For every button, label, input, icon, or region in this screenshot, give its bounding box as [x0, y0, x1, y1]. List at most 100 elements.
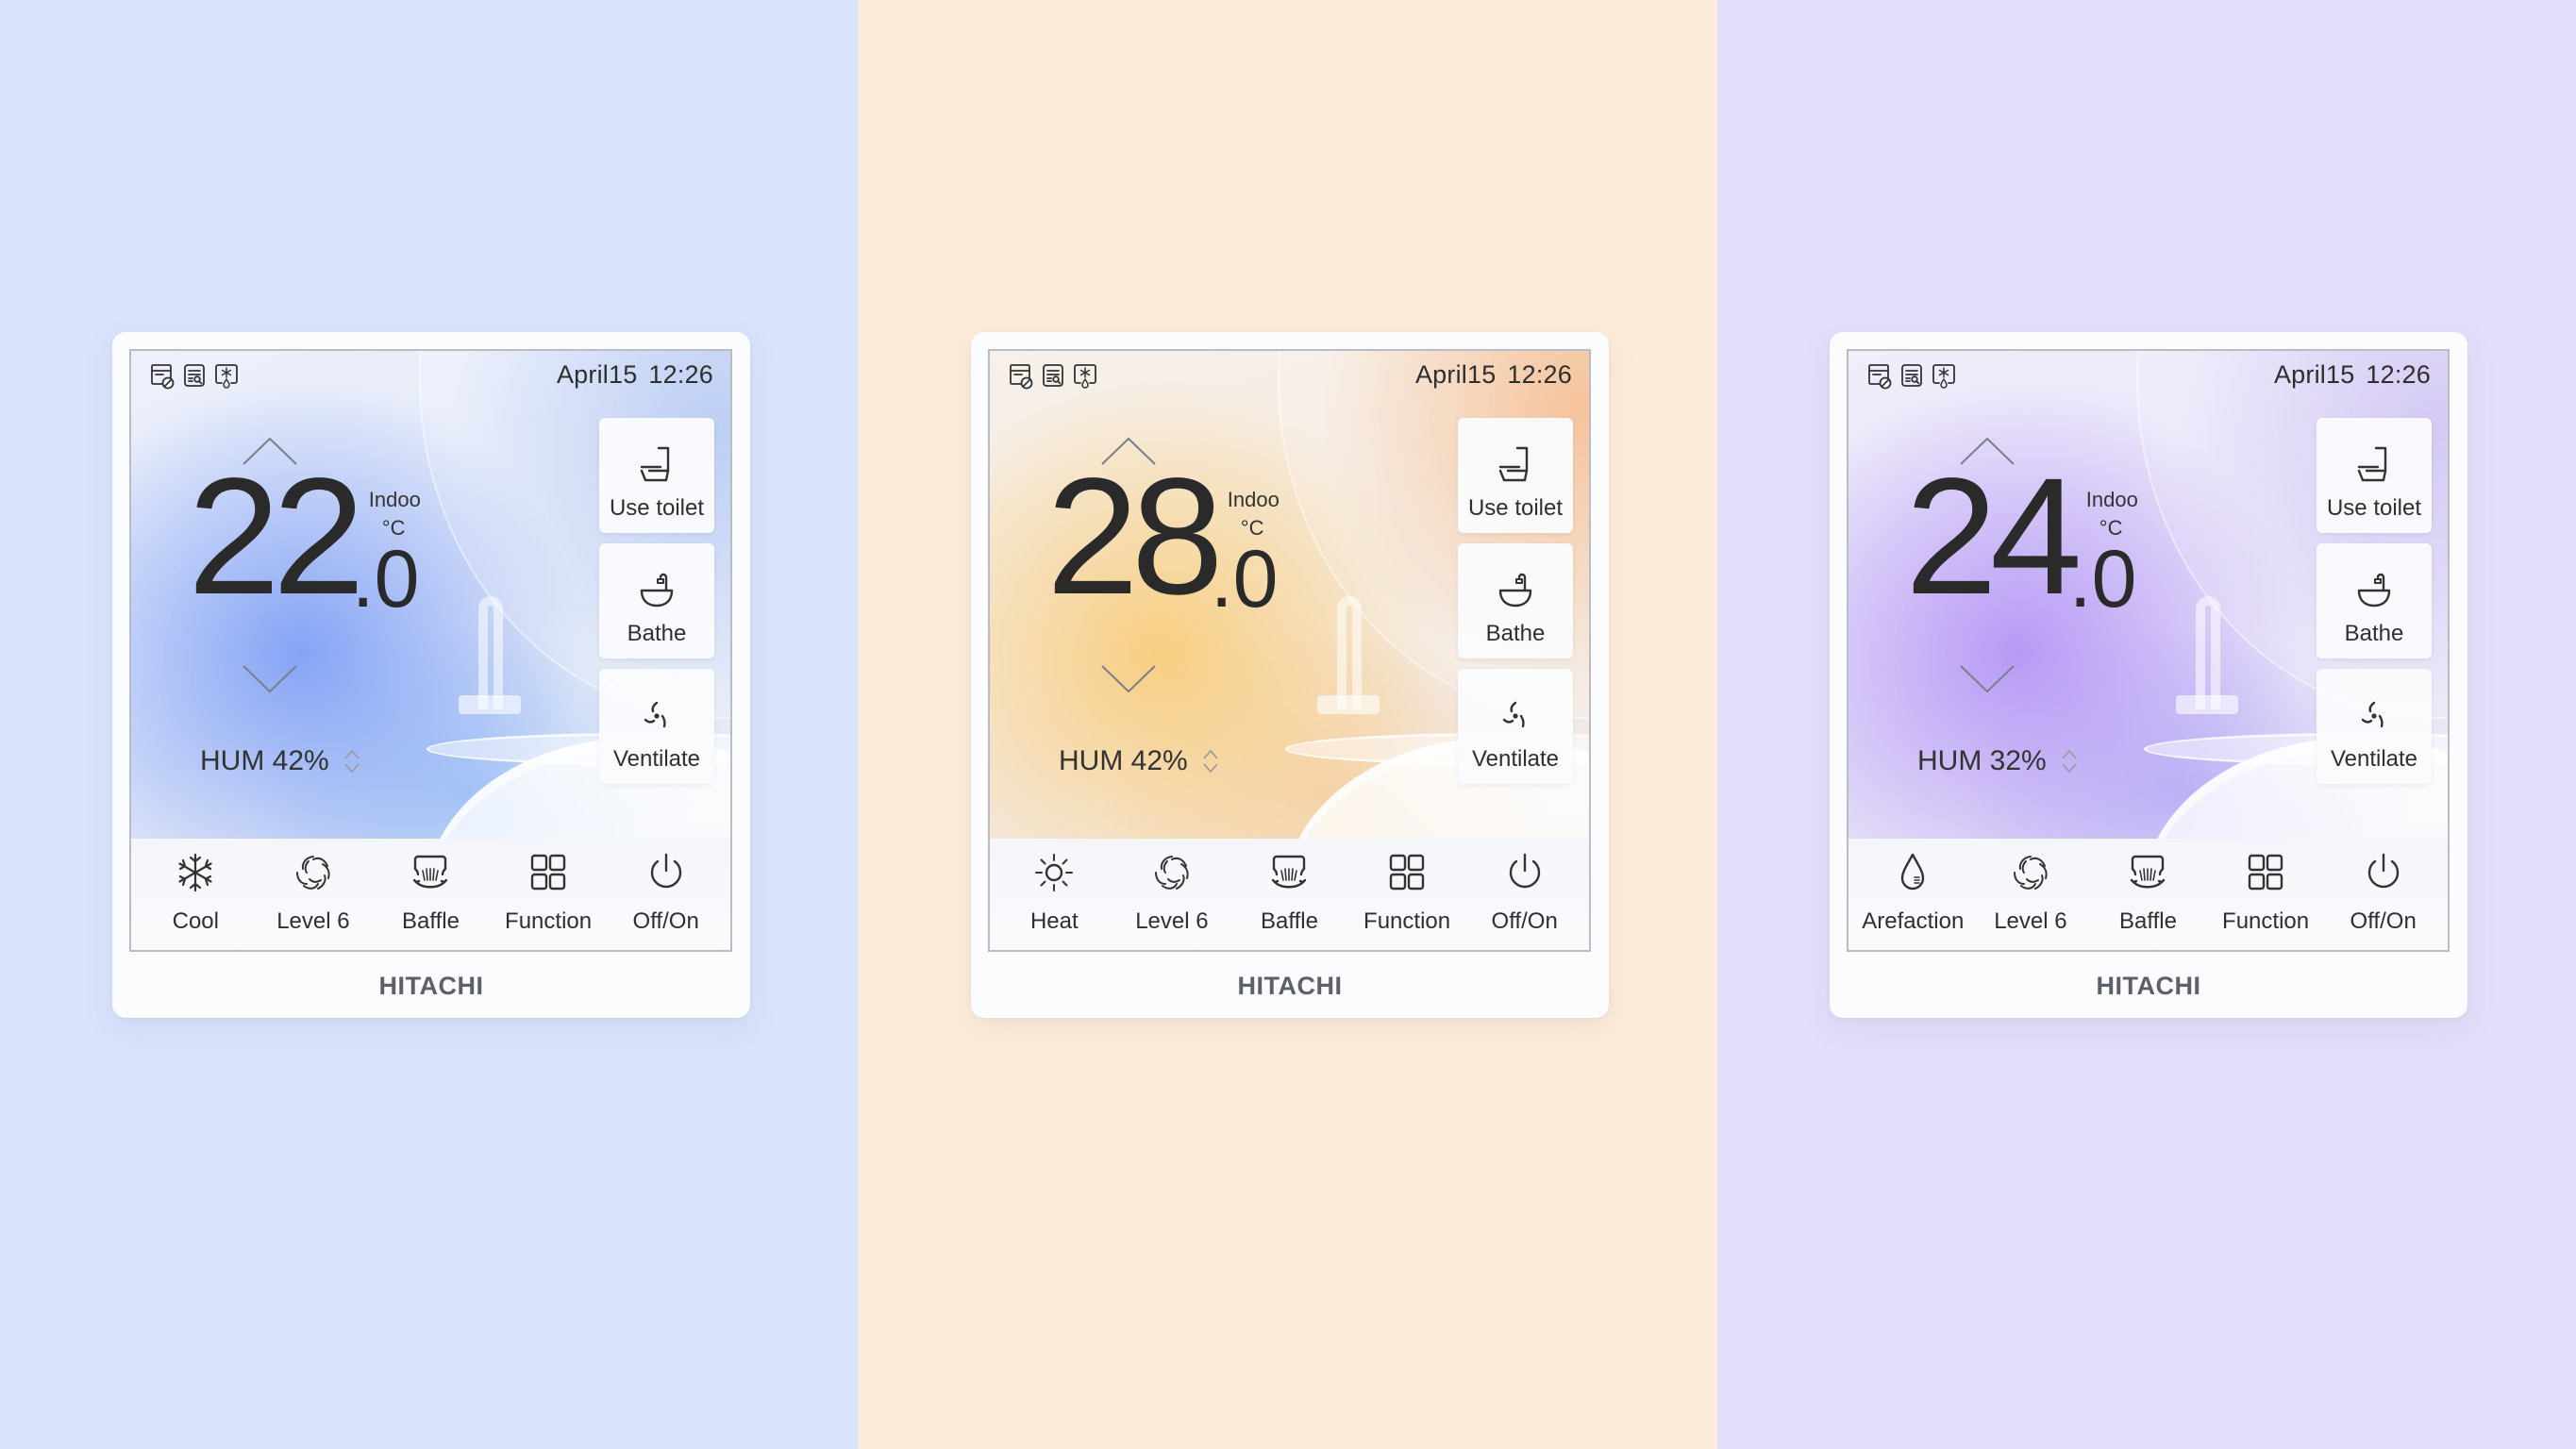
humidity-control[interactable]: HUM 42% — [1059, 745, 1220, 777]
humidity-control[interactable]: HUM 32% — [1917, 745, 2079, 777]
indoor-label: Indoo — [2085, 488, 2138, 511]
humidity-text: HUM 32% — [1917, 745, 2047, 776]
temperature-decimal: .0 — [351, 534, 420, 625]
temperature-display: 22 Indoo °C .0 — [188, 454, 437, 625]
time-label: 12:26 — [648, 360, 713, 389]
mode-label: Cool — [172, 908, 219, 934]
ventilate-button[interactable]: Ventilate — [1458, 669, 1573, 784]
baffle-button[interactable]: Baffle — [374, 839, 487, 950]
toilet-icon — [1498, 446, 1529, 482]
faucet-handle-illustration — [1317, 695, 1380, 714]
humidity-text: HUM 42% — [1059, 745, 1188, 776]
scene-buttons: Use toilet Bathe Ventilate — [599, 418, 714, 794]
ventilate-icon — [644, 701, 666, 728]
ventilate-label: Ventilate — [612, 746, 701, 772]
date-label: April15 — [2273, 360, 2355, 389]
ventilate-button[interactable]: Ventilate — [2317, 669, 2432, 784]
bathtub-icon — [1498, 573, 1532, 608]
touch-screen: April15 12:26 22 Indoo °C .0 HUM 42% Use… — [129, 349, 732, 952]
fan-speed-label: Level 6 — [276, 908, 350, 934]
indoor-label: Indoo — [368, 488, 421, 511]
temperature-down-button[interactable] — [240, 662, 300, 694]
temperature-down-button[interactable] — [1957, 662, 2017, 694]
fan-speed-label: Level 6 — [1135, 908, 1209, 934]
use-toilet-label: Use toilet — [1467, 495, 1564, 521]
ventilate-icon — [2361, 701, 2384, 728]
brand-logo: HITACHI — [1237, 972, 1343, 1000]
thermostat-panel-warm-orange: April15 12:26 28 Indoo °C .0 HUM 42% Use… — [971, 332, 1609, 1018]
date-label: April15 — [1414, 360, 1497, 389]
faucet-handle-illustration — [2176, 695, 2238, 714]
fan-swirl-icon — [295, 856, 330, 890]
fan-swirl-icon — [1154, 856, 1189, 890]
baffle-button[interactable]: Baffle — [2091, 839, 2204, 950]
brand-logo: HITACHI — [2096, 972, 2201, 1000]
toilet-icon — [640, 446, 670, 482]
bathe-label: Bathe — [1485, 621, 1546, 646]
power-button[interactable]: Off/On — [2327, 839, 2440, 950]
baffle-label: Baffle — [1261, 908, 1318, 934]
function-button[interactable]: Function — [1350, 839, 1464, 950]
grid-icon — [2248, 854, 2283, 891]
temperature-down-button[interactable] — [1098, 662, 1159, 694]
temperature-decimal: .0 — [1210, 534, 1279, 625]
bathe-button[interactable]: Bathe — [2317, 543, 2432, 658]
bathe-button[interactable]: Bathe — [1458, 543, 1573, 658]
up-down-chevron-icon[interactable] — [1201, 747, 1220, 775]
baffle-button[interactable]: Baffle — [1232, 839, 1346, 950]
ventilate-button[interactable]: Ventilate — [599, 669, 714, 784]
mode-label: Heat — [1029, 908, 1079, 934]
bottom-control-bar: Cool Level 6 Baffle Function Off/On — [131, 839, 730, 950]
temperature-decimal: .0 — [2068, 534, 2137, 625]
grid-icon — [530, 854, 566, 891]
use-toilet-button[interactable]: Use toilet — [2317, 418, 2432, 533]
mode-button[interactable]: Cool — [139, 839, 252, 950]
temperature-display: 28 Indoo °C .0 — [1046, 454, 1296, 625]
use-toilet-button[interactable]: Use toilet — [1458, 418, 1573, 533]
fan-speed-button[interactable]: Level 6 — [1115, 839, 1229, 950]
mode-button[interactable]: Arefaction — [1856, 839, 1969, 950]
up-down-chevron-icon[interactable] — [343, 747, 361, 775]
touch-screen: April15 12:26 28 Indoo °C .0 HUM 42% Use… — [988, 349, 1591, 952]
use-toilet-button[interactable]: Use toilet — [599, 418, 714, 533]
use-toilet-label: Use toilet — [2326, 495, 2422, 521]
date-time: April15 12:26 — [1415, 360, 1572, 390]
fan-speed-button[interactable]: Level 6 — [257, 839, 370, 950]
power-button[interactable]: Off/On — [1468, 839, 1581, 950]
function-label: Function — [505, 908, 593, 934]
humidity-control[interactable]: HUM 42% — [200, 745, 361, 777]
power-button[interactable]: Off/On — [610, 839, 723, 950]
ventilate-icon — [1502, 701, 1525, 728]
up-down-chevron-icon[interactable] — [2060, 747, 2079, 775]
power-label: Off/On — [1491, 908, 1558, 934]
bathe-button[interactable]: Bathe — [599, 543, 714, 658]
fan-speed-button[interactable]: Level 6 — [1974, 839, 2087, 950]
log-search-icon — [1043, 364, 1063, 387]
frost-drip-icon — [1074, 364, 1096, 389]
thermostat-panel-violet: April15 12:26 24 Indoo °C .0 HUM 32% Use… — [1830, 332, 2467, 1018]
log-search-icon — [184, 364, 205, 387]
baffle-icon — [2131, 855, 2166, 889]
filter-blocked-icon — [1010, 364, 1033, 390]
function-label: Function — [1363, 908, 1451, 934]
faucet-illustration — [1337, 596, 1362, 709]
bathtub-icon — [2357, 573, 2391, 608]
temperature-display: 24 Indoo °C .0 — [1905, 454, 2154, 625]
filter-blocked-icon — [1868, 364, 1892, 390]
ventilate-label: Ventilate — [2330, 746, 2418, 772]
humidity-text: HUM 42% — [200, 745, 329, 776]
snowflake-icon — [178, 853, 212, 892]
function-button[interactable]: Function — [492, 839, 605, 950]
grid-icon — [1389, 854, 1425, 891]
fan-speed-label: Level 6 — [1994, 908, 2067, 934]
power-icon — [1509, 853, 1540, 889]
faucet-illustration — [478, 596, 503, 709]
function-button[interactable]: Function — [2209, 839, 2322, 950]
fan-swirl-icon — [2013, 856, 2048, 890]
frost-drip-icon — [1932, 364, 1955, 389]
power-label: Off/On — [2350, 908, 2417, 934]
scene-buttons: Use toilet Bathe Ventilate — [2317, 418, 2432, 794]
bathtub-icon — [640, 573, 674, 608]
baffle-label: Baffle — [2119, 908, 2177, 934]
mode-button[interactable]: Heat — [997, 839, 1111, 950]
